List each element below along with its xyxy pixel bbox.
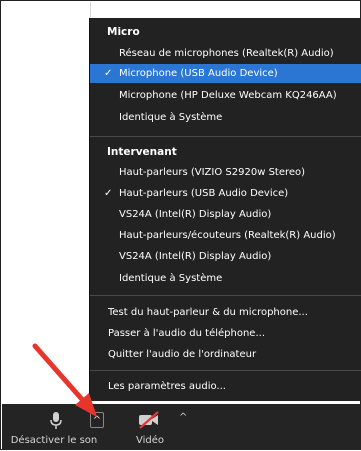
speaker-item-usb[interactable]: ✓ Haut-parleurs (USB Audio Device) bbox=[90, 184, 361, 203]
speaker-item-vizio[interactable]: Haut-parleurs (VIZIO S2920w Stereo) bbox=[90, 163, 361, 182]
test-speaker-mic-item[interactable]: Test du haut-parleur & du microphone... bbox=[90, 303, 361, 322]
audio-menu: Micro Réseau de microphones (Realtek(R) … bbox=[90, 18, 361, 401]
mic-item-label: Microphone (HP Deluxe Webcam KQ246AA) bbox=[119, 90, 337, 101]
speaker-section-title: Intervenant bbox=[107, 146, 177, 158]
speaker-item-label: Haut-parleurs/écouteurs (Realtek(R) Audi… bbox=[119, 230, 336, 241]
audio-options-caret[interactable]: ^ bbox=[90, 412, 104, 428]
speaker-item-label: Haut-parleurs (VIZIO S2920w Stereo) bbox=[119, 167, 306, 178]
speaker-item-label: Identique à Système bbox=[119, 273, 223, 284]
mic-item-usb[interactable]: ✓ Microphone (USB Audio Device) bbox=[90, 64, 361, 83]
leave-computer-audio-item[interactable]: Quitter l'audio de l'ordinateur bbox=[90, 345, 361, 364]
mic-item-same-as-system[interactable]: Identique à Système bbox=[90, 108, 361, 127]
check-icon: ✓ bbox=[104, 188, 113, 199]
microphone-icon bbox=[50, 412, 62, 429]
meeting-toolbar: ^ Désactiver le son ^ Vidéo bbox=[2, 404, 361, 450]
speaker-item-realtek[interactable]: Haut-parleurs/écouteurs (Realtek(R) Audi… bbox=[90, 226, 361, 245]
audio-settings-item[interactable]: Les paramètres audio... bbox=[90, 377, 361, 396]
divider bbox=[90, 370, 361, 371]
speaker-item-label: VS24A (Intel(R) Display Audio) bbox=[119, 251, 272, 262]
speaker-item-label: VS24A (Intel(R) Display Audio) bbox=[119, 209, 272, 220]
background-area bbox=[2, 2, 91, 404]
mic-item-label: Réseau de microphones (Realtek(R) Audio) bbox=[119, 48, 334, 59]
video-options-caret[interactable]: ^ bbox=[179, 412, 187, 423]
micro-section-title: Micro bbox=[107, 26, 140, 38]
screenshot-frame: Micro Réseau de microphones (Realtek(R) … bbox=[0, 0, 361, 450]
mic-item-label: Identique à Système bbox=[119, 112, 223, 123]
mic-item-hp-webcam[interactable]: Microphone (HP Deluxe Webcam KQ246AA) bbox=[90, 86, 361, 105]
speaker-item-same-as-system[interactable]: Identique à Système bbox=[90, 269, 361, 288]
video-off-icon bbox=[139, 411, 159, 429]
mic-item-label: Microphone (USB Audio Device) bbox=[119, 68, 278, 79]
divider bbox=[90, 295, 361, 296]
speaker-item-vs24a-2[interactable]: VS24A (Intel(R) Display Audio) bbox=[90, 247, 361, 266]
speaker-item-label: Haut-parleurs (USB Audio Device) bbox=[119, 188, 289, 199]
switch-to-phone-audio-item[interactable]: Passer à l'audio du téléphone... bbox=[90, 324, 361, 343]
video-label: Vidéo bbox=[135, 435, 165, 446]
mute-label: Désactiver le son bbox=[10, 435, 98, 446]
check-icon: ✓ bbox=[104, 68, 113, 79]
speaker-item-vs24a-1[interactable]: VS24A (Intel(R) Display Audio) bbox=[90, 205, 361, 224]
mic-item-realtek[interactable]: Réseau de microphones (Realtek(R) Audio) bbox=[90, 44, 361, 63]
divider bbox=[90, 136, 361, 137]
